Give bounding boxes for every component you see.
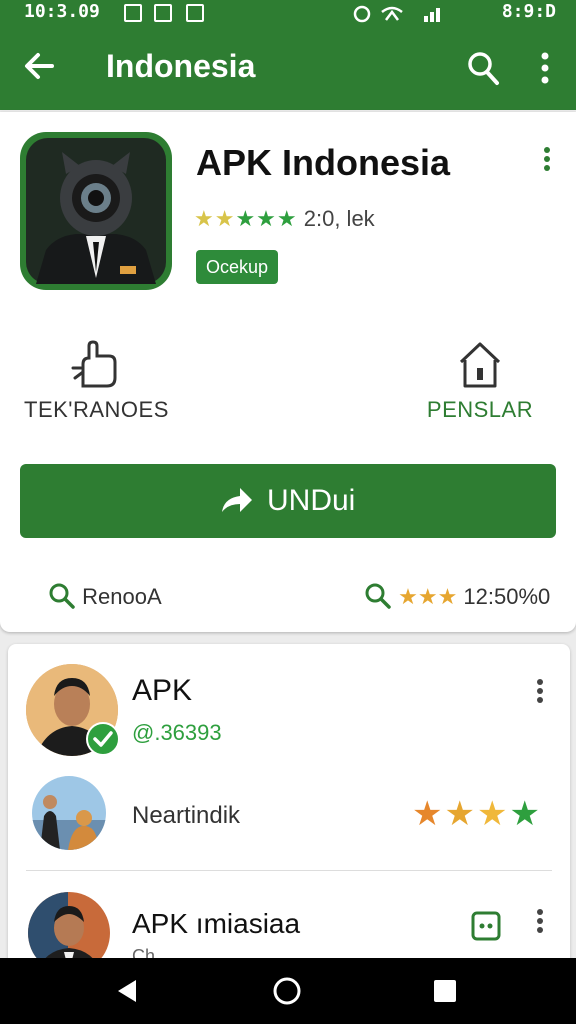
arrow-back-icon[interactable] (22, 46, 58, 86)
bottom-stars: ★★★ (398, 584, 458, 609)
signal-icons (353, 5, 440, 23)
list-item-title: APK ımiasiaa (132, 908, 301, 939)
system-nav-bar (0, 958, 576, 1024)
hand-share-icon (71, 340, 117, 388)
notification-icon (154, 4, 172, 22)
more-vert-icon[interactable] (530, 50, 560, 86)
list-item-text: Neartindik (132, 802, 241, 829)
list-item-title: APK (132, 674, 193, 707)
search-icon (365, 583, 391, 609)
search-icon[interactable] (466, 50, 500, 86)
bottom-right: ★★★ 12:50%0 (364, 582, 550, 610)
status-badge[interactable]: Ocekup (196, 250, 279, 284)
list-item-subtitle: Ch... (132, 946, 171, 958)
install-button[interactable]: UNDui (20, 464, 556, 538)
list-item-rating: ★★★★ (412, 795, 542, 833)
app-name: APK Indonesia (196, 142, 451, 183)
top-app-bar: Indonesia (0, 26, 576, 110)
list-item-more-icon[interactable] (528, 906, 552, 946)
list-item-more-icon[interactable] (528, 676, 552, 716)
android-home-icon[interactable] (272, 976, 302, 1006)
list-item-subtitle: @.36393 (132, 720, 222, 745)
android-recents-icon[interactable] (432, 978, 458, 1004)
battery-status: 8:9:D (501, 1, 556, 22)
notification-icon (124, 4, 142, 22)
rating-stars: ★★★★★ (194, 206, 298, 231)
app-icon (20, 132, 172, 290)
page-title: Indonesia (106, 48, 256, 84)
app-more-icon[interactable] (535, 144, 559, 184)
status-bar: 10:3.09 8:9:D (0, 0, 576, 26)
action-right-label: PENSLAR (426, 397, 534, 422)
arrow-forward-icon (222, 488, 252, 512)
divider (26, 870, 552, 871)
status-time: 10:3.09 (24, 1, 100, 22)
home-icon (459, 342, 501, 388)
app-detail-card: APK Indonesia ★★★★★ 2:0, lek Ocekup TEK'… (0, 112, 576, 632)
bottom-left-label: RenooA (82, 584, 162, 609)
verified-badge-icon (86, 722, 120, 756)
android-back-icon[interactable] (112, 976, 142, 1006)
notification-icon (186, 4, 204, 22)
avatar[interactable] (32, 776, 106, 850)
bottom-left[interactable]: RenooA (48, 582, 162, 610)
install-label: UNDui (267, 484, 356, 517)
bottom-right-value: 12:50%0 (463, 584, 551, 609)
action-left[interactable]: TEK'RANOES (24, 338, 169, 423)
search-icon (49, 583, 75, 609)
chat-icon[interactable] (470, 910, 502, 942)
app-rating: ★★★★★ 2:0, lek (194, 206, 375, 232)
action-left-label: TEK'RANOES (24, 397, 169, 422)
action-right[interactable]: PENSLAR (420, 338, 540, 423)
rating-text: 2:0, lek (303, 206, 375, 231)
